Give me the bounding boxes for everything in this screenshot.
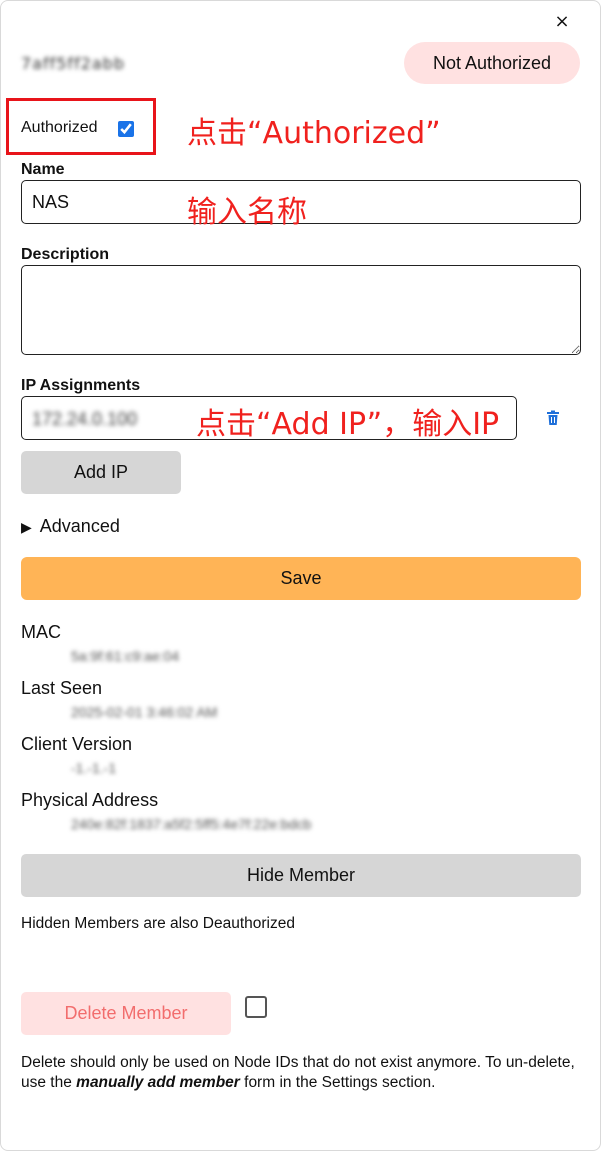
delete-member-button[interactable]: Delete Member	[21, 992, 231, 1035]
advanced-label: Advanced	[39, 516, 120, 536]
last-seen-label: Last Seen	[21, 678, 103, 698]
ip-assignment-value: 172.24.0.100	[32, 409, 138, 429]
last-seen-value: 2025-02-01 3:46:02 AM	[71, 704, 218, 720]
hide-member-button[interactable]: Hide Member	[21, 854, 581, 897]
delete-note-emphasis: manually add member	[76, 1074, 240, 1091]
physical-address-value: 240e:82f:1837:a5f2:5ff5:4e7f:22e:bdcb	[71, 816, 312, 832]
authorized-label: Authorized	[21, 119, 98, 136]
authorized-checkbox[interactable]	[118, 121, 134, 137]
delete-note-suffix: form in the Settings section.	[239, 1074, 436, 1091]
advanced-toggle[interactable]: ▶ Advanced	[21, 516, 120, 537]
triangle-right-icon: ▶	[21, 519, 32, 535]
physical-address-label: Physical Address	[21, 790, 159, 810]
annotation-add-ip: 点击“Add IP”，输入IP	[196, 407, 500, 442]
hide-member-note: Hidden Members are also Deauthorized	[21, 915, 295, 932]
authorization-status-badge: Not Authorized	[404, 42, 580, 84]
description-label: Description	[21, 246, 110, 263]
annotation-click-authorized: 点击“Authorized”	[187, 116, 441, 151]
trash-icon[interactable]	[546, 410, 560, 426]
name-label: Name	[21, 161, 65, 178]
delete-member-note: Delete should only be used on Node IDs t…	[21, 1053, 581, 1093]
description-textarea[interactable]	[21, 265, 581, 355]
client-version-label: Client Version	[21, 734, 133, 754]
save-button[interactable]: Save	[21, 557, 581, 600]
ip-assignments-label: IP Assignments	[21, 377, 141, 394]
client-version-value: -1.-1.-1	[71, 760, 117, 776]
close-icon[interactable]: ×	[553, 10, 571, 34]
mac-value: 5a:9f:61:c9:ae:04	[71, 648, 180, 664]
node-id: 7aff5ff2abb	[21, 54, 125, 73]
mac-label: MAC	[21, 622, 61, 642]
annotation-enter-name: 输入名称	[187, 195, 307, 230]
delete-confirm-checkbox[interactable]	[245, 996, 267, 1018]
add-ip-button[interactable]: Add IP	[21, 451, 181, 494]
